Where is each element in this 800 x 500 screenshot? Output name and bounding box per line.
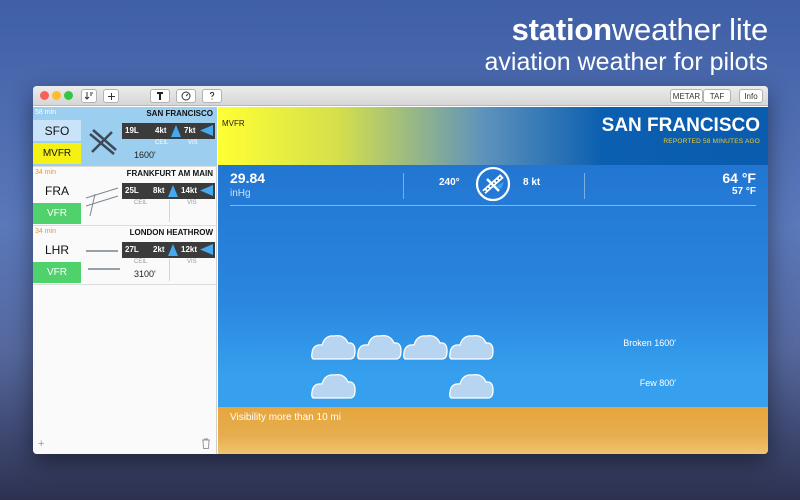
station-row-lhr[interactable]: 34 min LONDON HEATHROW LHR VFR 27L 2kt 1…	[33, 226, 217, 285]
runway-wind-bar: 25L 8kt 14kt	[122, 183, 215, 199]
wind-direction: 240°	[439, 177, 460, 188]
station-name: SAN FRANCISCO	[146, 109, 213, 118]
sort-icon	[84, 92, 93, 100]
add-icon	[107, 92, 115, 100]
flight-category-badge: VFR	[33, 203, 81, 224]
runway-wind-bar: 19L 4kt 7kt	[122, 123, 215, 139]
headwind-value: 4kt	[155, 126, 167, 135]
metar-button[interactable]: METAR	[670, 89, 703, 103]
station-title: SAN FRANCISCO	[601, 115, 760, 136]
add-station-button[interactable]	[103, 89, 119, 103]
report-age: 34 min	[35, 169, 57, 176]
visibility-label: VIS	[188, 140, 198, 146]
runway-diagram-icon	[89, 129, 117, 155]
crosswind-arrow-icon	[200, 244, 213, 255]
ceiling-label: CEIL	[155, 140, 169, 146]
ceiling-value: 1600'	[134, 150, 156, 160]
ceiling-label: CEIL	[134, 259, 148, 265]
sort-button[interactable]	[81, 89, 97, 103]
crosswind-value: 14kt	[181, 186, 198, 195]
cloud-layer-label: Few 800'	[639, 378, 676, 388]
help-icon	[210, 91, 215, 100]
wind-speed: 8 kt	[523, 177, 541, 188]
taf-button[interactable]: TAF	[703, 89, 731, 103]
runway-button[interactable]	[150, 89, 170, 103]
wind-compass-icon	[475, 166, 511, 202]
flight-category-badge: MVFR	[33, 143, 81, 164]
station-name: LONDON HEATHROW	[129, 228, 213, 237]
trash-icon[interactable]	[201, 438, 211, 449]
headwind-value: 2kt	[153, 245, 165, 254]
ceiling-value: 3100'	[134, 269, 156, 279]
runway-id: 27L	[125, 245, 139, 254]
minimize-window-button[interactable]	[52, 91, 61, 100]
headwind-arrow-icon	[168, 185, 178, 197]
info-divider	[403, 173, 404, 199]
broken-cloud-layer	[311, 335, 494, 360]
headwind-value: 8kt	[153, 186, 165, 195]
info-divider	[584, 173, 585, 199]
cell-divider	[169, 200, 170, 222]
runway-icon	[157, 92, 163, 100]
promo-title-bold: station	[511, 12, 612, 47]
info-button[interactable]: Info	[739, 89, 763, 103]
crosswind-value: 12kt	[181, 245, 198, 254]
dewpoint-value: 57 °F	[731, 186, 756, 197]
report-age: 58 min	[35, 109, 57, 116]
station-code: SFO	[33, 120, 81, 141]
report-timestamp: REPORTED 58 MINUTES AGO	[663, 138, 760, 145]
runway-diagram-icon	[85, 187, 119, 217]
toolbar: METAR TAF Info	[33, 86, 768, 106]
runway-id: 25L	[125, 186, 139, 195]
headwind-arrow-icon	[171, 125, 181, 137]
visibility-label: VIS	[187, 259, 197, 265]
compass-button[interactable]	[176, 89, 196, 103]
flight-category-badge: VFR	[33, 262, 81, 283]
cloud-layer-label: Broken 1600'	[623, 338, 676, 348]
report-age: 34 min	[35, 228, 57, 235]
altimeter-unit: inHg	[230, 188, 251, 199]
station-header: MVFR SAN FRANCISCO REPORTED 58 MINUTES A…	[218, 107, 768, 165]
compass-icon	[181, 91, 191, 101]
crosswind-arrow-icon	[200, 125, 213, 136]
weather-detail-panel: MVFR SAN FRANCISCO REPORTED 58 MINUTES A…	[218, 107, 768, 454]
station-name: FRANKFURT AM MAIN	[126, 169, 213, 178]
promo-subtitle: aviation weather for pilots	[484, 48, 768, 76]
runway-id: 19L	[125, 126, 139, 135]
app-window: METAR TAF Info 58 min SAN FRANCISCO SFO …	[33, 86, 768, 454]
station-row-sfo[interactable]: 58 min SAN FRANCISCO SFO MVFR 19L 4kt 7k…	[33, 107, 217, 166]
station-code: LHR	[44, 242, 69, 257]
add-station-footer-button[interactable]: +	[38, 438, 44, 450]
flight-category-label: MVFR	[222, 119, 245, 128]
headwind-arrow-icon	[168, 244, 178, 256]
temperature-value: 64 °F	[722, 170, 756, 186]
altimeter-value: 29.84	[230, 170, 266, 186]
promo-title-rest: weather lite	[611, 12, 768, 47]
zoom-window-button[interactable]	[64, 91, 73, 100]
sky-divider	[230, 205, 756, 206]
promo-title: stationweather lite	[511, 12, 769, 48]
row-divider	[33, 284, 217, 285]
station-row-fra[interactable]: 34 min FRANKFURT AM MAIN FRA VFR 25L 8kt…	[33, 167, 217, 226]
ceiling-label: CEIL	[134, 200, 148, 206]
visibility-label: VIS	[187, 200, 197, 206]
cell-divider	[169, 259, 170, 281]
station-code: FRA	[45, 183, 69, 198]
runway-wind-bar: 27L 2kt 12kt	[122, 242, 215, 258]
visibility-text: Visibility more than 10 mi	[230, 412, 341, 423]
help-button[interactable]	[202, 89, 222, 103]
close-window-button[interactable]	[40, 91, 49, 100]
few-cloud-layer	[311, 374, 494, 399]
station-list: 58 min SAN FRANCISCO SFO MVFR 19L 4kt 7k…	[33, 107, 217, 454]
runway-diagram-icon	[86, 250, 120, 270]
crosswind-arrow-icon	[200, 185, 213, 196]
crosswind-value: 7kt	[184, 126, 196, 135]
